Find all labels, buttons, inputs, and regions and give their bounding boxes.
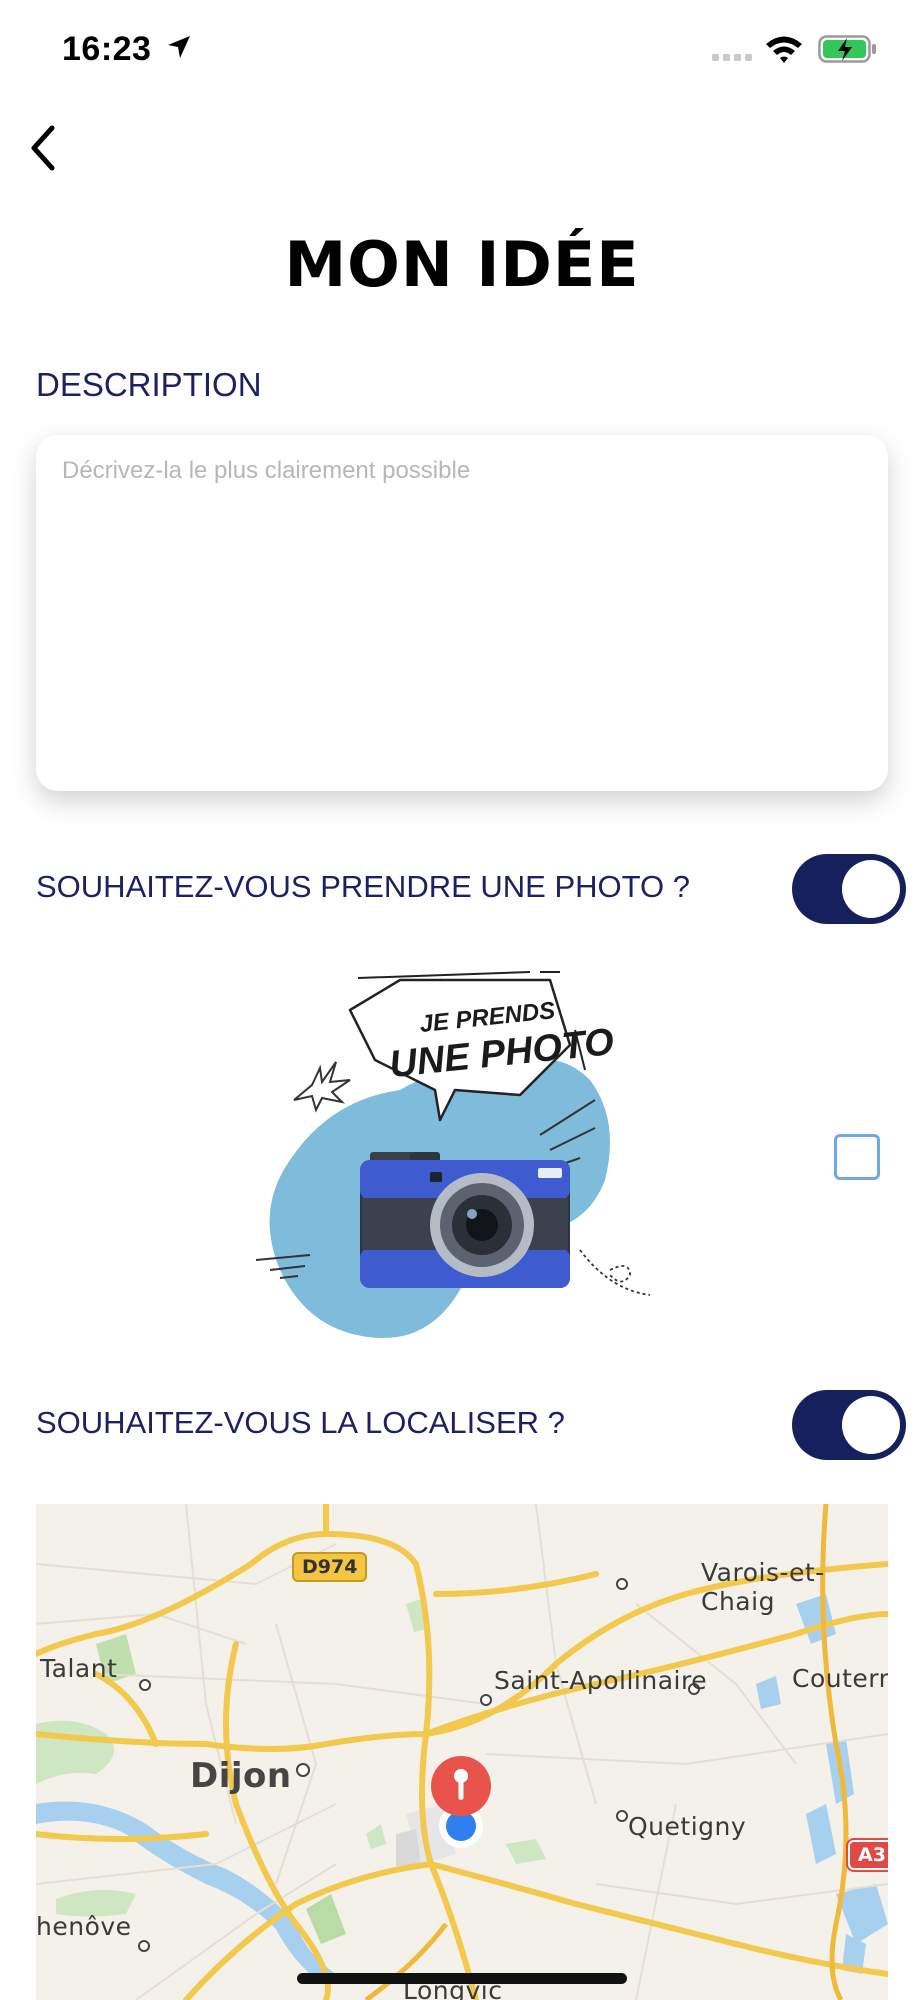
place-varois: Varois-et-Chaig	[701, 1558, 825, 1616]
map-pin-icon[interactable]	[429, 1754, 493, 1818]
photo-checkbox[interactable]	[834, 1134, 880, 1180]
place-quetigny: Quetigny	[628, 1812, 747, 1841]
location-toggle[interactable]	[792, 1390, 906, 1460]
road-badge-d974: D974	[292, 1552, 368, 1582]
road-badge-a31: A31	[848, 1840, 888, 1870]
wifi-icon	[766, 36, 802, 63]
cellular-signal-icon	[712, 54, 752, 61]
description-textarea[interactable]	[36, 435, 888, 791]
place-chenove: henôve	[36, 1912, 132, 1941]
battery-charging-icon	[818, 35, 876, 63]
location-map[interactable]: D974 A31 Talant Dijon Saint-Apollinaire …	[36, 1504, 888, 2000]
place-dijon: Dijon	[190, 1756, 292, 1796]
place-saint-apollinaire: Saint-Apollinaire	[494, 1666, 708, 1695]
status-bar: 16:23	[0, 0, 924, 100]
photo-toggle[interactable]	[792, 854, 906, 924]
back-button[interactable]	[24, 122, 64, 174]
description-label: DESCRIPTION	[36, 366, 262, 403]
photo-question-label: SOUHAITEZ-VOUS PRENDRE UNE PHOTO ?	[36, 869, 690, 904]
location-arrow-icon	[168, 36, 190, 58]
place-talant: Talant	[40, 1654, 118, 1683]
home-indicator[interactable]	[297, 1973, 627, 1984]
camera-illustration[interactable]: JE PRENDS UNE PHOTO	[250, 970, 670, 1345]
location-question-label: SOUHAITEZ-VOUS LA LOCALISER ?	[36, 1405, 565, 1440]
location-toggle-knob	[842, 1396, 900, 1454]
place-couternon: Coutern	[792, 1664, 888, 1693]
description-box	[36, 435, 888, 791]
photo-toggle-knob	[842, 860, 900, 918]
page-title: MON IDÉE	[284, 228, 640, 301]
status-time: 16:23	[62, 30, 152, 68]
